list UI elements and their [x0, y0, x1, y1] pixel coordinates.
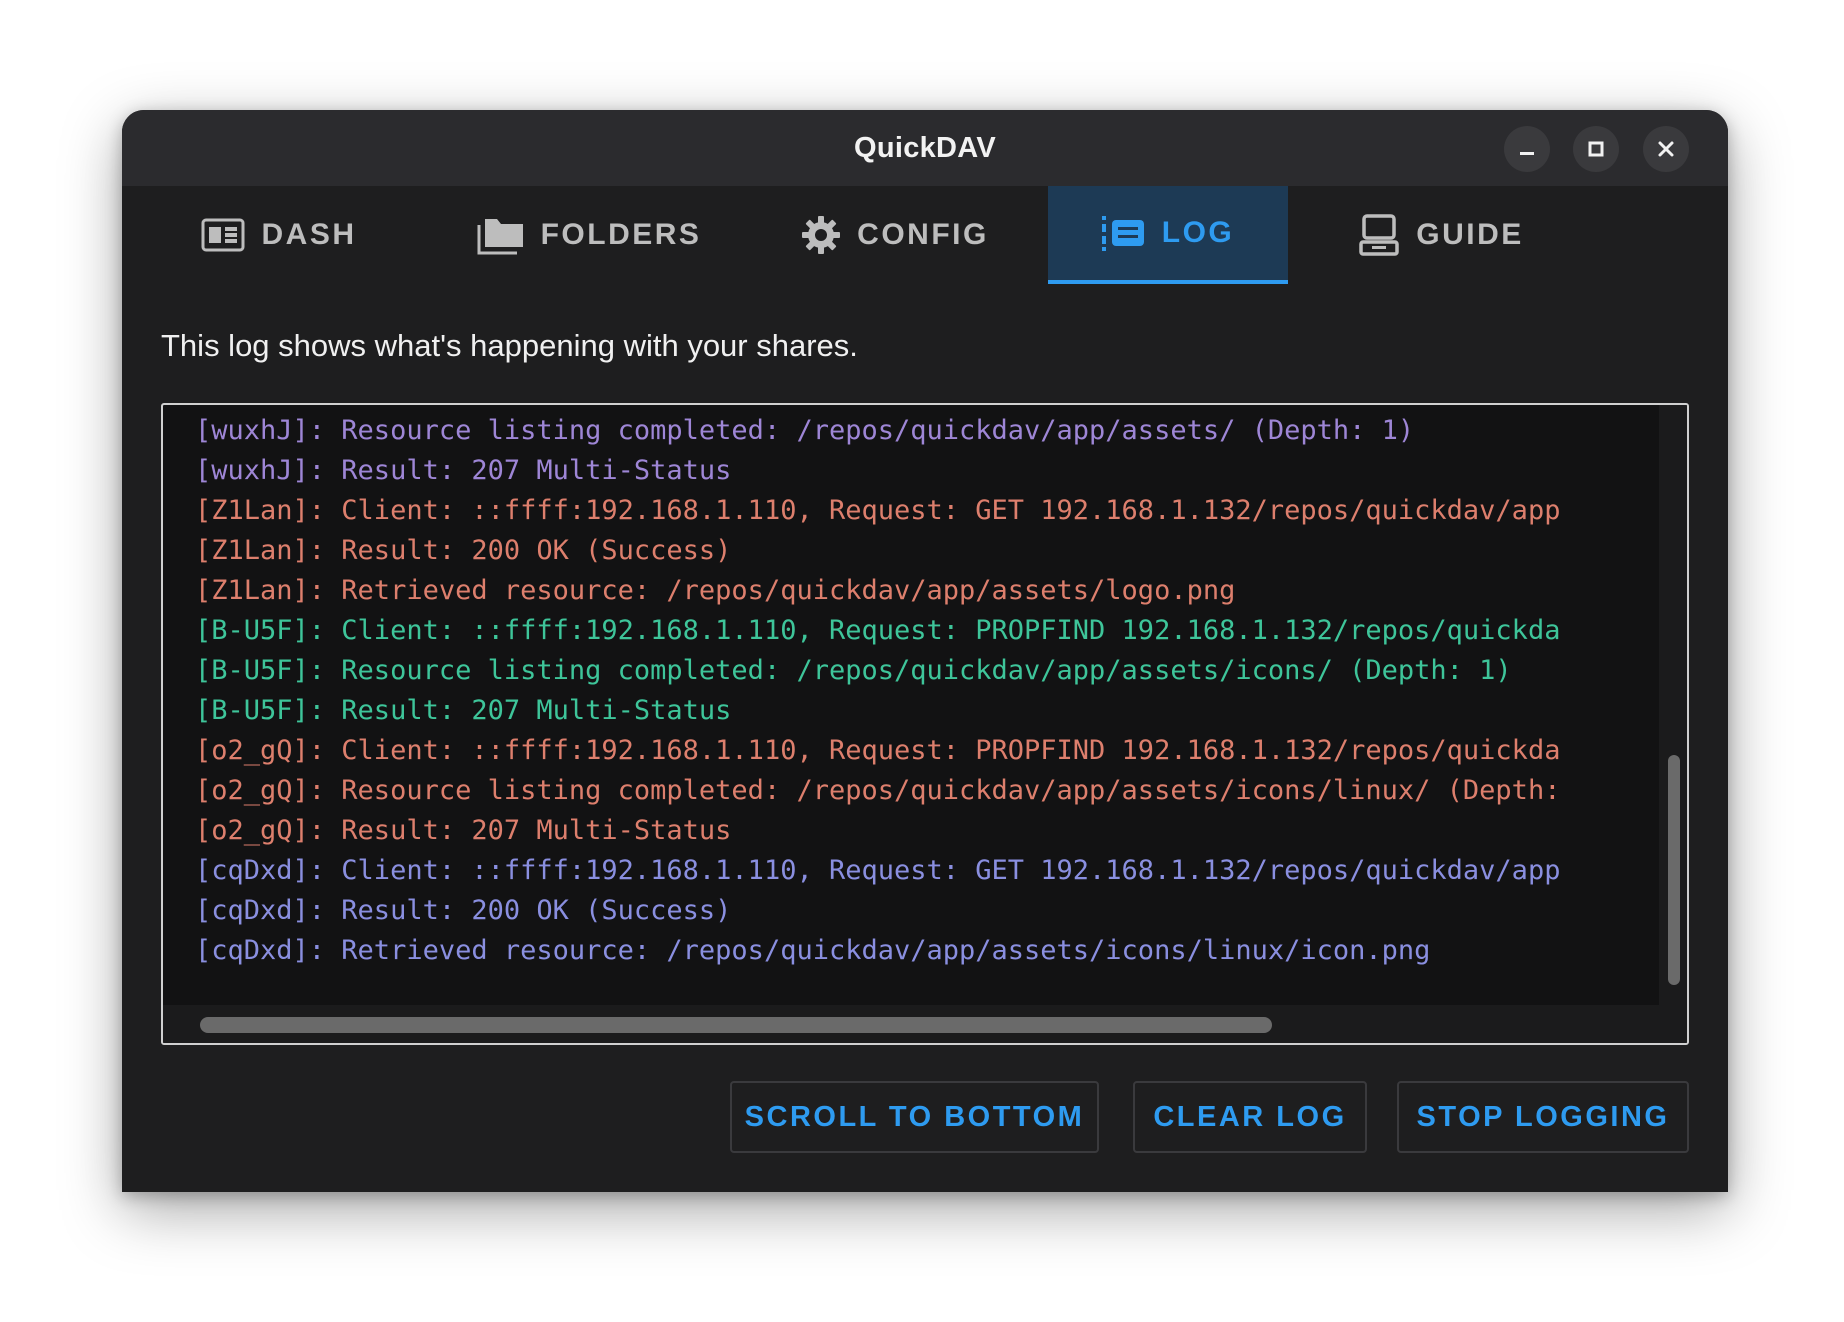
log-line: [o2_gQ]: Resource listing completed: /re…	[195, 775, 1561, 806]
log-line: [Z1Lan]: Result: 200 OK (Success)	[195, 535, 732, 566]
stop-logging-button[interactable]: STOP LOGGING	[1397, 1081, 1689, 1153]
log-line: [Z1Lan]: Client: ::ffff:192.168.1.110, R…	[195, 495, 1561, 526]
dashboard-icon	[201, 218, 245, 252]
tab-config-label: CONFIG	[857, 218, 989, 251]
log-line: [Z1Lan]: Retrieved resource: /repos/quic…	[195, 575, 1236, 606]
log-line: [wuxhJ]: Result: 207 Multi-Status	[195, 455, 732, 486]
horizontal-scroll-thumb[interactable]	[200, 1017, 1272, 1033]
log-line: [B-U5F]: Resource listing completed: /re…	[195, 655, 1512, 686]
tab-folders[interactable]: FOLDERS	[436, 186, 742, 284]
log-line: [wuxhJ]: Resource listing completed: /re…	[195, 415, 1415, 446]
log-line: [cqDxd]: Result: 200 OK (Success)	[195, 895, 732, 926]
log-line: [cqDxd]: Retrieved resource: /repos/quic…	[195, 935, 1431, 966]
tab-bar: DASH FOLDERS CONFIG LOG GUIDE	[122, 186, 1728, 284]
clear-log-button[interactable]: CLEAR LOG	[1133, 1081, 1367, 1153]
maximize-icon	[1588, 141, 1604, 157]
log-list-icon	[1101, 214, 1146, 252]
title-bar[interactable]: QuickDAV	[122, 110, 1728, 186]
folders-icon	[477, 215, 525, 255]
log-line: [B-U5F]: Result: 207 Multi-Status	[195, 695, 732, 726]
tab-config[interactable]: CONFIG	[742, 186, 1048, 284]
maximize-button[interactable]	[1573, 126, 1619, 172]
tab-guide[interactable]: GUIDE	[1288, 186, 1594, 284]
tab-folders-label: FOLDERS	[540, 218, 702, 251]
vertical-scrollbar[interactable]	[1659, 405, 1687, 1005]
log-lines: [wuxhJ]: Resource listing completed: /re…	[195, 411, 1657, 1001]
log-line: [cqDxd]: Client: ::ffff:192.168.1.110, R…	[195, 855, 1561, 886]
log-line: [B-U5F]: Client: ::ffff:192.168.1.110, R…	[195, 615, 1561, 646]
tab-guide-label: GUIDE	[1416, 218, 1524, 251]
computer-icon	[1358, 214, 1400, 256]
minimize-icon	[1520, 152, 1534, 155]
log-line: [o2_gQ]: Result: 207 Multi-Status	[195, 815, 732, 846]
close-icon	[1658, 141, 1674, 157]
app-window: QuickDAV DASH FOLDERS CONFIG LOG GUIDE T…	[122, 110, 1728, 1192]
tab-dash-label: DASH	[261, 218, 357, 251]
log-description: This log shows what's happening with you…	[161, 328, 858, 363]
tab-log[interactable]: LOG	[1048, 186, 1288, 284]
tab-log-label: LOG	[1161, 216, 1235, 249]
tab-dash[interactable]: DASH	[122, 186, 436, 284]
log-line: [o2_gQ]: Client: ::ffff:192.168.1.110, R…	[195, 735, 1561, 766]
gear-icon	[801, 215, 841, 255]
vertical-scroll-thumb[interactable]	[1668, 755, 1680, 985]
log-output-panel[interactable]: [wuxhJ]: Resource listing completed: /re…	[161, 403, 1689, 1045]
minimize-button[interactable]	[1504, 126, 1550, 172]
close-button[interactable]	[1643, 126, 1689, 172]
horizontal-scrollbar[interactable]	[163, 1005, 1687, 1043]
window-title: QuickDAV	[853, 132, 997, 164]
scroll-to-bottom-button[interactable]: SCROLL TO BOTTOM	[730, 1081, 1099, 1153]
